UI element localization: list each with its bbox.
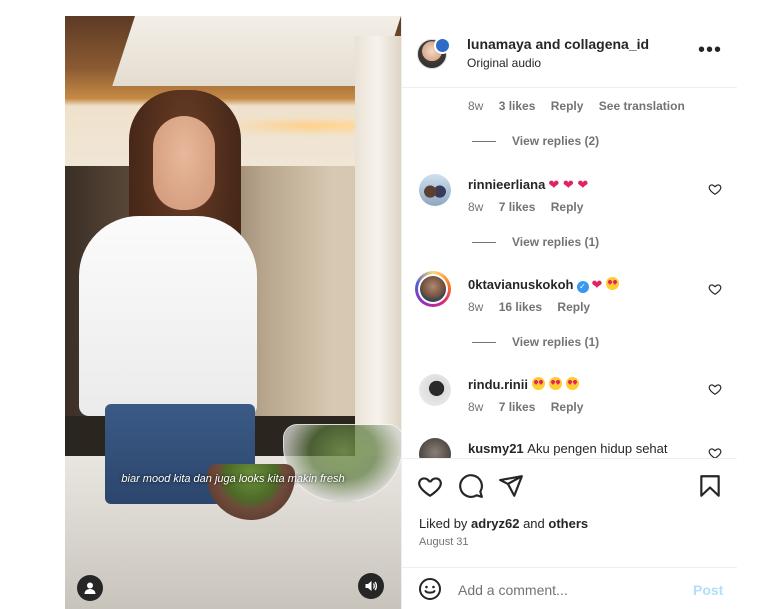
commenter-avatar[interactable] xyxy=(419,374,451,406)
comment-username[interactable]: rinnieerliana ❤ ❤ ❤ xyxy=(468,177,588,193)
comment-likes[interactable]: 16 likes xyxy=(499,300,542,314)
reply-link[interactable]: Reply xyxy=(557,300,590,314)
like-comment-heart-icon[interactable] xyxy=(708,182,722,196)
view-replies-line xyxy=(472,242,496,244)
comments-list[interactable]: 8w 3 likes Reply See translation View re… xyxy=(402,88,737,458)
emoji-icon[interactable] xyxy=(418,577,442,601)
like-comment-heart-icon[interactable] xyxy=(708,282,722,296)
comment-username[interactable]: kusmy21 Aku pengen hidup sehat xyxy=(468,441,668,456)
comment-likes[interactable]: 7 likes xyxy=(499,200,536,214)
video-person-face xyxy=(153,116,215,210)
post-authors: lunamaya and collagena_id xyxy=(467,36,649,52)
liked-by-others[interactable]: others xyxy=(548,516,588,531)
comment-username[interactable]: rindu.rinii xyxy=(468,377,579,392)
comment-meta: 8w 7 likes Reply xyxy=(468,200,595,214)
add-comment-bar: Add a comment... Post xyxy=(402,567,737,609)
post-date[interactable]: August 31 xyxy=(419,536,469,548)
heart-eyes-emoji xyxy=(565,377,579,390)
view-replies-link[interactable]: View replies (2) xyxy=(472,134,599,148)
comment-meta: 8w 16 likes Reply xyxy=(468,300,602,314)
view-replies-line xyxy=(472,141,496,143)
reply-link[interactable]: Reply xyxy=(551,200,584,214)
view-replies-link[interactable]: View replies (1) xyxy=(472,335,599,349)
collab-avatar[interactable] xyxy=(434,37,451,54)
commenter-avatar[interactable] xyxy=(419,438,451,458)
commenter-avatar-story-ring[interactable] xyxy=(415,271,451,307)
reply-link[interactable]: Reply xyxy=(551,400,584,414)
comment-username-text: rindu.rinii xyxy=(468,377,528,392)
see-translation-link[interactable]: See translation xyxy=(599,99,685,113)
reel-video[interactable]: biar mood kita dan juga looks kita makin… xyxy=(65,16,401,609)
heart-eyes-emoji xyxy=(548,377,562,390)
audio-toggle-button[interactable] xyxy=(358,573,384,599)
liked-by-user[interactable]: adryz62 xyxy=(471,516,519,531)
comment-username-text: 0ktavianuskokoh xyxy=(468,277,574,292)
like-comment-heart-icon[interactable] xyxy=(708,446,722,458)
verified-badge-icon: ✓ xyxy=(576,281,589,293)
user-icon xyxy=(84,582,96,594)
tagged-users-button[interactable] xyxy=(77,575,103,601)
commenter-avatar[interactable] xyxy=(419,174,451,206)
commenter-photo xyxy=(420,276,446,302)
video-pillar xyxy=(355,36,401,456)
comment-likes[interactable]: 7 likes xyxy=(499,400,536,414)
share-paper-plane-icon[interactable] xyxy=(498,473,524,499)
comment-username[interactable]: 0ktavianuskokoh ✓ ❤ xyxy=(468,277,620,293)
comment-bubble-icon[interactable] xyxy=(458,473,484,499)
heart-emoji: ❤ xyxy=(591,277,603,292)
comment-time: 8w xyxy=(468,300,484,314)
video-person-shirt xyxy=(79,216,257,416)
author-username[interactable]: lunamaya xyxy=(467,36,532,52)
post-comment-button[interactable]: Post xyxy=(693,582,723,598)
comment-likes[interactable]: 3 likes xyxy=(499,99,536,113)
add-comment-input[interactable]: Add a comment... xyxy=(458,582,568,598)
post-side-panel: lunamaya and collagena_id Original audio… xyxy=(401,16,737,609)
video-caption: biar mood kita dan juga looks kita makin… xyxy=(121,473,345,485)
liked-by-text: Liked by adryz62 and others xyxy=(419,516,588,531)
comment-time: 8w xyxy=(468,99,484,113)
view-replies-label: View replies (2) xyxy=(512,134,600,148)
speaker-icon xyxy=(365,581,377,591)
liked-prefix: Liked by xyxy=(419,516,472,531)
view-replies-link[interactable]: View replies (1) xyxy=(472,235,599,249)
view-replies-line xyxy=(472,342,496,344)
post-header: lunamaya and collagena_id Original audio… xyxy=(402,16,737,88)
comment-text: Aku pengen hidup sehat xyxy=(527,441,668,456)
comment-time: 8w xyxy=(468,400,484,414)
like-comment-heart-icon[interactable] xyxy=(708,382,722,396)
collab-username[interactable]: collagena_id xyxy=(564,36,649,52)
more-options-icon[interactable]: ••• xyxy=(698,40,722,60)
heart-eyes-emoji xyxy=(531,377,545,390)
heart-eyes-emoji xyxy=(606,277,620,290)
comment-time: 8w xyxy=(468,200,484,214)
liked-and: and xyxy=(519,516,549,531)
comment-meta: 8w 3 likes Reply See translation xyxy=(468,99,697,113)
comment-meta: 8w 7 likes Reply xyxy=(468,400,595,414)
view-replies-label: View replies (1) xyxy=(512,335,600,349)
authors-joiner: and xyxy=(531,36,565,52)
audio-link[interactable]: Original audio xyxy=(467,56,541,70)
comment-username-text: kusmy21 xyxy=(468,441,524,456)
like-heart-icon[interactable] xyxy=(417,473,443,499)
comment-username-text: rinnieerliana xyxy=(468,177,546,192)
save-bookmark-icon[interactable] xyxy=(697,473,723,499)
view-replies-label: View replies (1) xyxy=(512,235,600,249)
reply-link[interactable]: Reply xyxy=(551,99,584,113)
heart-emojis: ❤ ❤ ❤ xyxy=(548,177,589,192)
